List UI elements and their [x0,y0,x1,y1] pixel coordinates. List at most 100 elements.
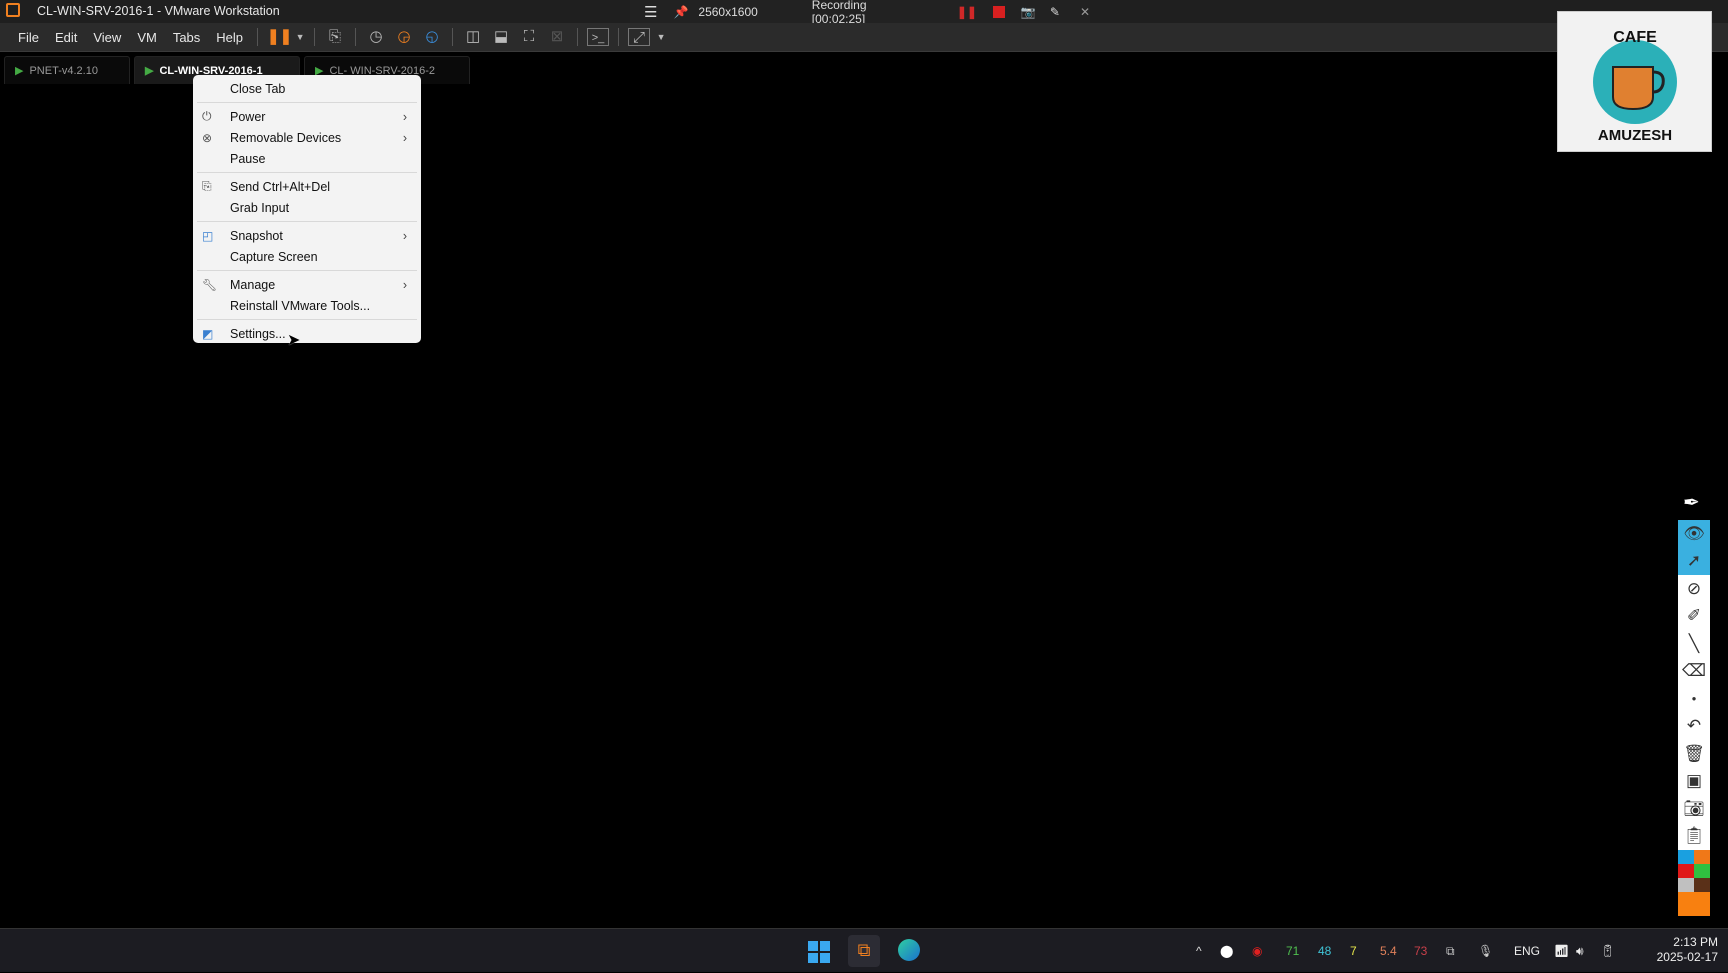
send-ctrl-alt-del-icon[interactable]: ⎘ [324,28,346,46]
stat-5: 73 [1414,944,1428,958]
pause-recording-button[interactable]: ❚❚ [957,5,977,19]
recording-status: Recording [00:02:25] [811,0,867,26]
label: Grab Input [230,200,290,215]
chevron-down-icon[interactable]: ▼ [656,28,666,46]
menu-item-close-tab[interactable]: Close Tab [193,78,421,99]
menu-item-settings[interactable]: ◩ Settings... [193,323,421,344]
clock[interactable]: 2:13 PM 2025-02-17 [1628,935,1718,965]
library-view-icon[interactable]: ◫ [462,28,484,46]
dot-size-icon[interactable]: ● [1678,685,1710,713]
close-icon[interactable]: ✕ [1080,5,1090,19]
color-swatch[interactable] [1678,878,1694,892]
label: Send Ctrl+Alt+Del [230,179,331,194]
menu-item-send-ctrl-alt-del[interactable]: ⎘ Send Ctrl+Alt+Del [193,176,421,197]
date: 2025-02-17 [1656,950,1718,964]
timer-off-icon[interactable]: ⊘ [1678,575,1710,603]
color-swatch[interactable] [1678,850,1694,864]
snapshot-manager-icon[interactable]: ◵ [421,28,443,46]
cafe-amuzesh-logo: CAFE AMUZESH [1557,11,1712,152]
snapshot-icon[interactable]: ◷ [365,28,387,46]
highlighter-icon[interactable]: ✐ [1678,603,1710,631]
record-icon[interactable]: ◉ [1252,944,1286,958]
chevron-down-icon[interactable]: ▼ [295,28,305,46]
menu-edit[interactable]: Edit [47,30,85,45]
color-swatch[interactable] [1694,878,1710,892]
stretch-icon[interactable]: ⤢ [628,28,651,46]
label: Snapshot [230,228,283,243]
color-swatch[interactable] [1694,864,1710,878]
window-title: CL-WIN-SRV-2016-1 - VMware Workstation [37,4,280,18]
svg-text:AMUZESH: AMUZESH [1598,127,1672,144]
label: Removable Devices [230,130,342,145]
label: Pause [230,151,266,166]
label: Reinstall VMware Tools... [230,298,371,313]
menu-item-power[interactable]: ⏻ Power › [193,106,421,127]
menu-item-grab-input[interactable]: Grab Input [193,197,421,218]
pen-icon[interactable]: ✒ [1683,490,1700,515]
eraser-icon[interactable]: ⌫ [1678,658,1710,686]
stat-4: 5.4 [1380,944,1397,958]
color-swatch[interactable] [1678,864,1694,878]
tab-pnet[interactable]: ▶ PNET-v4.2.10 [4,56,130,84]
thumbnail-view-icon[interactable]: ⬓ [490,28,512,46]
tab-label: PNET-v4.2.10 [29,64,98,77]
microphone-icon[interactable]: 🎙︎ [1478,944,1514,958]
fullscreen-icon[interactable]: ⛶ [518,28,540,46]
menu-item-snapshot[interactable]: ◰ Snapshot › [193,225,421,246]
menu-help[interactable]: Help [208,30,251,45]
undo-icon[interactable]: ↶ [1678,713,1710,741]
mouse-cursor-icon: ➤ [287,332,301,349]
stat-3: 7 [1350,944,1357,958]
menu-view[interactable]: View [85,30,129,45]
eye-icon[interactable]: 👁︎ [1678,520,1710,548]
current-color[interactable] [1678,892,1710,916]
clipboard-icon[interactable]: 📋︎ [1678,823,1710,851]
menu-item-reinstall-vmware-tools[interactable]: Reinstall VMware Tools... [193,295,421,316]
color-swatch[interactable] [1694,850,1710,864]
revert-snapshot-icon[interactable]: ◶ [393,28,415,46]
menu-bar: File Edit View VM Tabs Help ❚❚ ▼ ⎘ ◷ ◶ ◵… [0,23,1728,52]
recorder-bar: ☰ 📌 2560x1600 Recording [00:02:25] ❚❚ 📷 … [630,0,1090,26]
label: Close Tab [230,81,286,96]
menu-tabs[interactable]: Tabs [165,30,208,45]
pause-vm-icon[interactable]: ❚❚ [267,28,292,46]
console-icon[interactable]: >_ [587,28,610,46]
pointer-icon[interactable]: ➚ [1678,547,1710,575]
recording-resolution: 2560x1600 [698,4,758,19]
label: Settings... [230,326,286,341]
chevron-right-icon: › [402,277,407,292]
menu-item-capture-screen[interactable]: Capture Screen [193,246,421,267]
menu-item-removable-devices[interactable]: ⊗ Removable Devices › [193,127,421,148]
menu-item-pause[interactable]: Pause [193,148,421,169]
start-button[interactable] [808,941,830,963]
snapshot-icon: ◰ [202,228,214,243]
camera-icon[interactable]: 📷︎ [1678,795,1710,823]
unity-icon[interactable]: ⊠ [546,28,568,46]
pencil-icon[interactable]: ✎ [1050,5,1060,19]
menu-vm[interactable]: VM [129,30,165,45]
line-icon[interactable]: ╲ [1678,630,1710,658]
pin-icon[interactable]: 📌 [673,5,688,19]
vmware-taskbar-icon[interactable]: ⧉ [848,935,880,967]
menu-item-manage[interactable]: 🔧︎ Manage › [193,274,421,295]
chevron-up-icon[interactable]: ^ [1196,944,1220,958]
wrench-icon: 🔧︎ [202,277,218,292]
stop-recording-button[interactable] [992,5,1005,18]
annotation-toolbar: 👁︎ ➚ ⊘ ✐ ╲ ⌫ ● ↶ 🗑︎ ▣ 📷︎ 📋︎ [1678,520,1710,916]
wifi-icon[interactable]: 📶︎ [1554,944,1576,958]
removable-devices-icon: ⊗ [202,130,213,145]
volume-icon[interactable]: 🔊︎ [1576,944,1600,959]
keyboard-icon: ⎘ [202,179,212,193]
menu-icon[interactable]: ☰ [644,3,657,21]
system-tray: ^ ⬤ ◉ 71 48 7 5.4 73 ⧉ 🎙︎ ENG 📶︎ 🔊︎ 🔋︎ [1196,929,1630,973]
edge-browser-icon[interactable] [898,939,920,961]
battery-icon[interactable]: 🔋︎ [1600,944,1630,958]
power-icon: ⏻ [202,109,212,123]
board-icon[interactable]: ▣ [1678,768,1710,796]
menu-file[interactable]: File [10,30,47,45]
screen-share-icon[interactable]: ⧉ [1446,944,1478,959]
location-icon[interactable]: ⬤ [1220,944,1252,958]
camera-icon[interactable]: 📷 [1021,5,1036,19]
language-indicator[interactable]: ENG [1514,944,1554,958]
trash-icon[interactable]: 🗑︎ [1678,740,1710,768]
